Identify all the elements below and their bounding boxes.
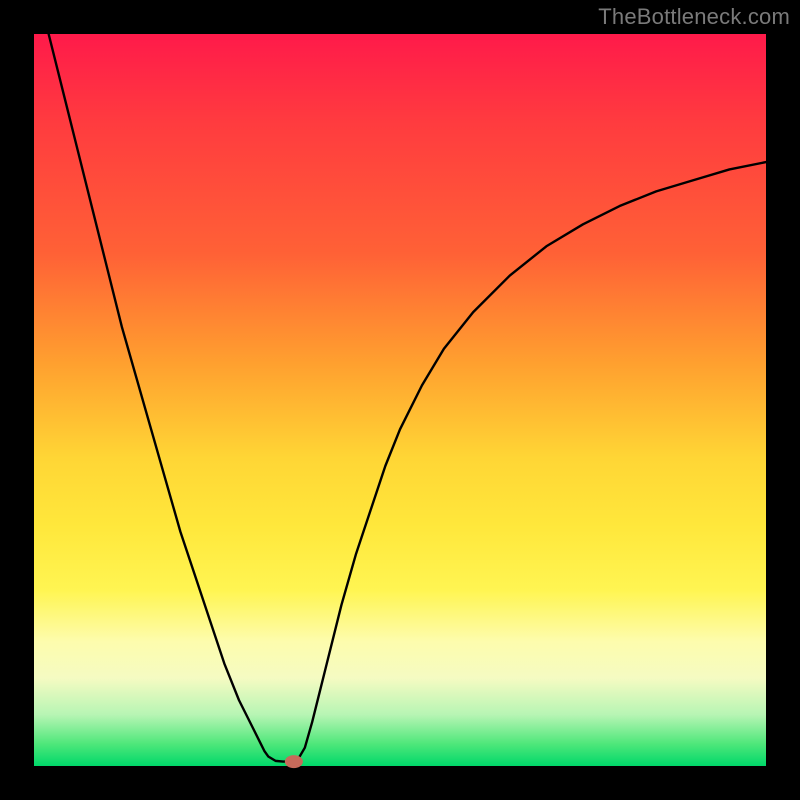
minimum-marker xyxy=(285,755,303,768)
chart-frame: TheBottleneck.com xyxy=(0,0,800,800)
curve-path xyxy=(34,0,766,762)
plot-area xyxy=(34,34,766,766)
watermark-text: TheBottleneck.com xyxy=(598,4,790,30)
bottleneck-curve xyxy=(34,34,766,766)
